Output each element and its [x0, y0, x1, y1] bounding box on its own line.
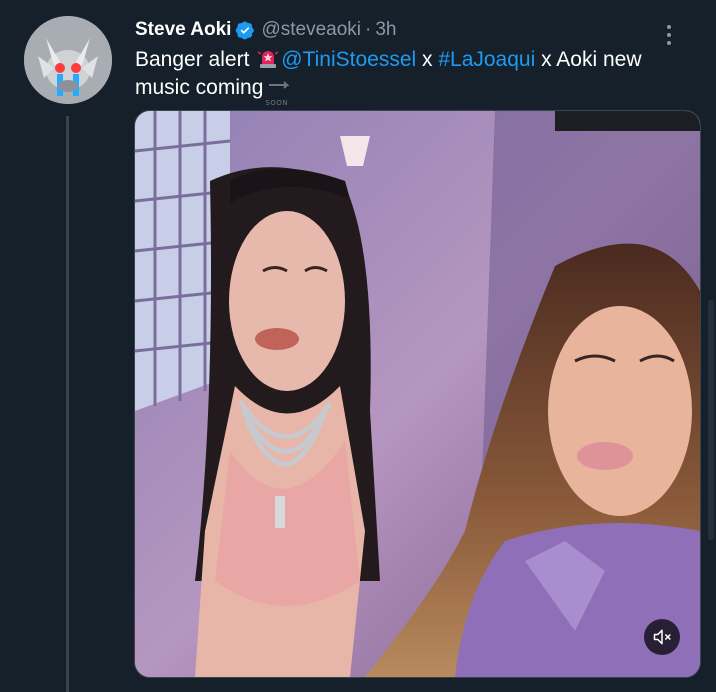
mention-link[interactable]: @TiniStoessel	[281, 48, 416, 71]
page-scrollbar[interactable]	[708, 300, 714, 540]
tweet-text: Banger alert @TiniStoessel x #LaJoaqui x…	[135, 46, 695, 107]
verified-badge-icon	[236, 21, 255, 40]
police-light-emoji-icon	[257, 51, 279, 68]
video-player[interactable]	[134, 110, 701, 678]
video-frame	[135, 111, 700, 677]
hashtag-link[interactable]: #LaJoaqui	[438, 48, 535, 71]
tweet-timestamp[interactable]: 3h	[375, 19, 396, 41]
muted-speaker-icon	[653, 629, 671, 645]
author-name[interactable]: Steve Aoki	[135, 19, 231, 41]
soon-arrow-emoji-icon: SOON	[265, 78, 295, 107]
author-avatar[interactable]	[24, 16, 112, 104]
text-plain: Banger alert	[135, 48, 256, 71]
header-separator: ·	[365, 19, 372, 40]
text-plain: x	[416, 48, 439, 71]
avatar-image	[24, 16, 112, 104]
mute-toggle-button[interactable]	[644, 619, 680, 655]
author-handle[interactable]: @steveaoki	[261, 19, 361, 41]
tweet-header: Steve Aoki @steveaoki · 3h	[135, 16, 696, 45]
thread-line	[66, 116, 69, 692]
